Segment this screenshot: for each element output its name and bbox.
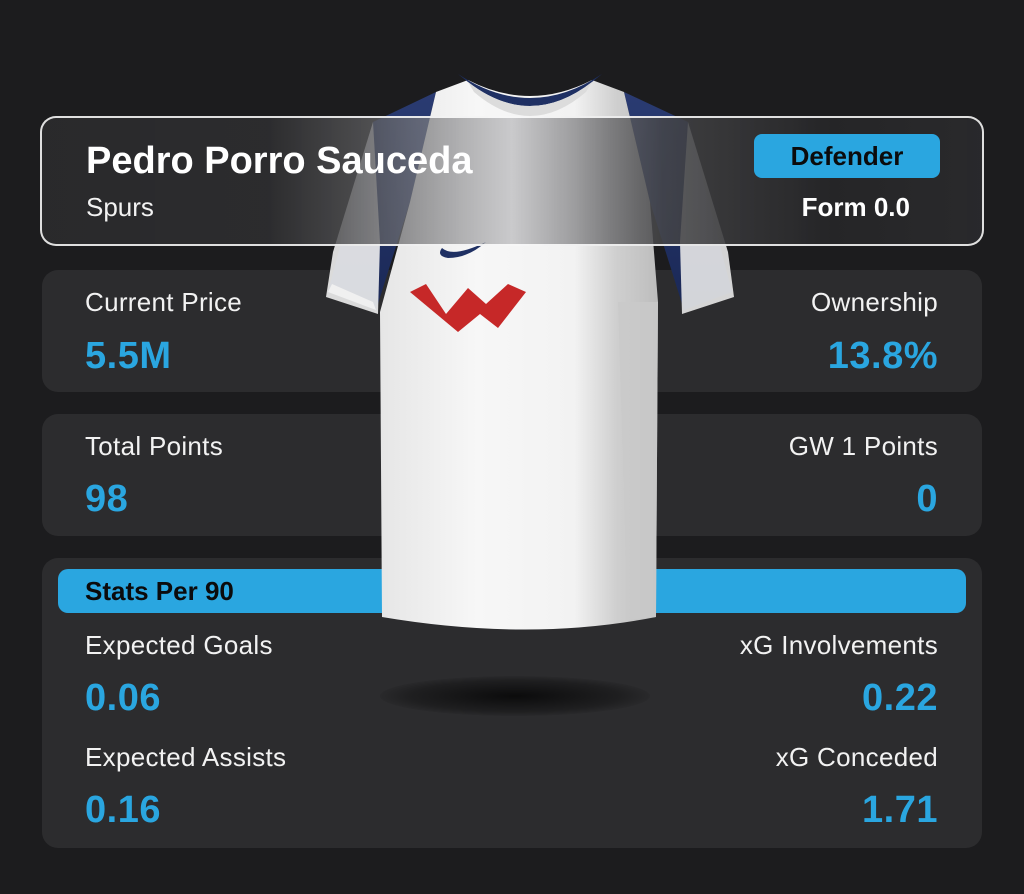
xg-involvements-label: xG Involvements <box>739 630 938 660</box>
expected-assists-label: Expected Assists <box>85 742 287 772</box>
expected-goals-label: Expected Goals <box>85 630 273 660</box>
total-points-value: 98 <box>85 478 129 520</box>
ownership-value: 13.8% <box>827 335 938 377</box>
position-badge: Defender <box>754 134 940 178</box>
player-name: Pedro Porro Sauceda <box>86 140 473 182</box>
stats-per-90-title: Stats Per 90 <box>85 576 234 606</box>
expected-assists-value: 0.16 <box>85 789 161 831</box>
xg-involvements-value: 0.22 <box>862 677 938 719</box>
current-price-label: Current Price <box>85 287 243 317</box>
gw-points-value: 0 <box>916 478 938 520</box>
player-header-card: Pedro Porro Sauceda Spurs Defender Form … <box>40 116 984 246</box>
xg-conceded-label: xG Conceded <box>775 742 938 772</box>
current-price-value: 5.5M <box>85 335 172 377</box>
xg-conceded-value: 1.71 <box>862 789 938 831</box>
ownership-label: Ownership <box>811 287 938 317</box>
team-name: Spurs <box>86 192 154 222</box>
total-points-label: Total Points <box>85 431 224 461</box>
gw-points-label: GW 1 Points <box>788 431 938 461</box>
form-value: Form 0.0 <box>801 192 910 222</box>
expected-goals-value: 0.06 <box>85 677 161 719</box>
